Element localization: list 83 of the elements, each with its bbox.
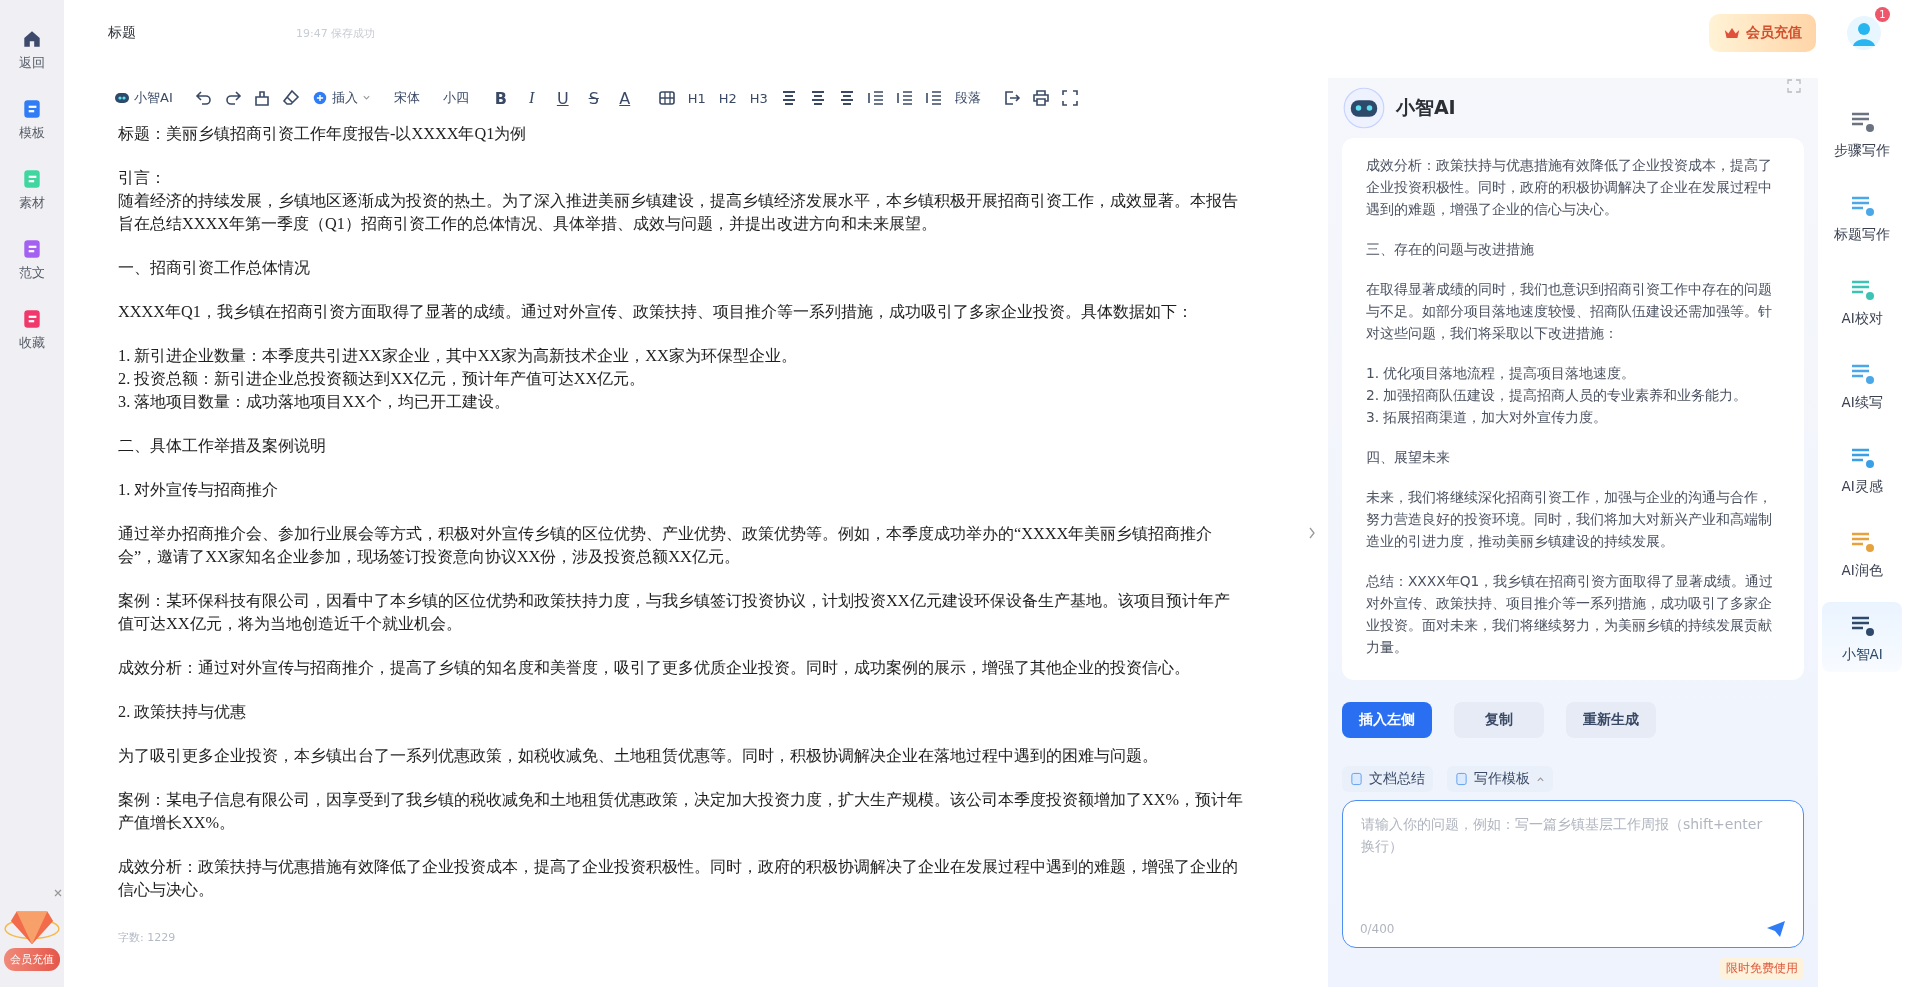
notification-badge: 1 <box>1875 7 1890 22</box>
heading-button[interactable]: H3 <box>747 88 770 108</box>
list-icon[interactable] <box>865 88 886 108</box>
ai-assistant-button[interactable]: 小智AI <box>112 87 175 109</box>
list-icon[interactable] <box>923 88 944 108</box>
document-paragraph: 案例：某电子信息有限公司，因享受到了我乡镇的税收减免和土地租赁优惠政策，决定加大投资力度，扩大生产规模。该公司本季度投资额增加了XX%，预计年产值增长XX%。 <box>118 789 1244 834</box>
ai-response-paragraph: 未来，我们将继续深化招商引资工作，加强与企业的沟通与合作，努力营造良好的投资环境。同时，我们将加大对新兴产业和高端制造业的引进力度，推动美丽乡镇建设的持续发展。 <box>1365 488 1773 551</box>
ai-response-paragraph: 总结：XXXX年Q1，我乡镇在招商引资方面取得了显著成绩。通过对外宣传、政策扶持、项目推介等一系列措施，成功吸引了多家企业投资。面对未来，我们将继续努力，为美丽乡镇的持续发展贡献力量。 <box>1365 572 1775 657</box>
ai-response-paragraph: 3. 拓展招商渠道，加大对外宣传力度。 <box>1365 408 1609 427</box>
shortcut-chip[interactable]: 文档总结 <box>1341 766 1433 792</box>
format-button[interactable]: I <box>520 87 543 109</box>
sidebar-item[interactable]: 范文 <box>19 238 45 282</box>
document-paragraph: 一、招商引资工作总体情况 <box>118 257 311 279</box>
free-use-tag: 限时免费使用 <box>1720 958 1805 979</box>
document-paragraph: 引言： <box>118 167 167 189</box>
robot-avatar-icon <box>1341 86 1386 130</box>
ai-response-paragraph: 四、展望未来 <box>1365 448 1451 467</box>
document-paragraph: 成效分析：通过对外宣传与招商推介，提高了乡镇的知名度和美誉度，吸引了更多优质企业投资。同时，成功案例的展示，增强了其他企业的投资信心。 <box>118 657 1191 679</box>
document-paragraph: XXXX年Q1，我乡镇在招商引资方面取得了显著的成绩。通过对外宣传、政策扶持、项目推介等一系列措施，成功吸引了多家企业投资。具体数据如下： <box>118 301 1194 323</box>
fullscreen-icon[interactable] <box>1059 88 1080 108</box>
sidebar-item[interactable]: 素材 <box>19 168 45 212</box>
document-paragraph: 案例：某环保科技有限公司，因看中了本乡镇的区位优势和政策扶持力度，与我乡镇签订投资协议，计划投资XX亿元建设环保设备生产基地。该项目预计年产值可达XX亿元，将为当地创造近千个就业机会。 <box>118 590 1231 635</box>
ai-panel-title: 小智AI <box>1395 95 1456 120</box>
document-icon <box>1454 772 1468 786</box>
tool-rail-item[interactable]: AI校对 <box>1822 266 1903 336</box>
document-paragraph: 1. 新引进企业数量：本季度共引进XX家企业，其中XX家为高新技术企业，XX家为环保型企业。 <box>118 345 798 367</box>
action-button[interactable]: 复制 <box>1453 702 1544 738</box>
action-button[interactable]: 重新生成 <box>1565 702 1656 738</box>
ai-response-paragraph: 三、存在的问题与改进措施 <box>1365 240 1535 259</box>
document-paragraph: 2. 投资总额：新引进企业总投资额达到XX亿元，预计年产值可达XX亿元。 <box>118 368 647 390</box>
document-paragraph: 通过举办招商推介会、参加行业展会等方式，积极对外宣传乡镇的区位优势、产业优势、政策优势等。例如，本季度成功举办的“XXXX年美丽乡镇招商推介会”，邀请了XX家知名企业参加，现场签订投资意向协议XX份，涉及投资总额XX亿元。 <box>118 523 1214 568</box>
tool-rail-item[interactable]: 标题写作 <box>1822 182 1903 252</box>
ai-response-paragraph: 在取得显著成绩的同时，我们也意识到招商引资工作中存在的问题与不足。如部分项目落地速度较慢、招商队伍建设还需加强等。针对这些问题，我们将采取以下改进措施： <box>1365 280 1773 343</box>
document-icon <box>21 308 43 330</box>
tool-rail-item[interactable]: 步骤写作 <box>1822 98 1903 168</box>
send-icon[interactable] <box>1766 920 1787 938</box>
document-icon <box>1349 772 1363 786</box>
document-icon <box>21 168 43 190</box>
shortcut-chip[interactable]: 写作模板 <box>1446 766 1553 792</box>
ai-response-paragraph: 1. 优化项目落地流程，提高项目落地速度。 <box>1365 364 1637 383</box>
print-icon[interactable] <box>1030 88 1051 108</box>
document-paragraph: 为了吸引更多企业投资，本乡镇出台了一系列优惠政策，如税收减免、土地租赁优惠等。同时，积极协调解决企业在落地过程中遇到的困难与问题。 <box>118 745 1159 767</box>
heading-button[interactable]: H2 <box>716 88 739 108</box>
document-paragraph: 标题：美丽乡镇招商引资工作年度报告-以XXXX年Q1为例 <box>118 123 528 145</box>
heading-button[interactable]: H1 <box>685 88 708 108</box>
format-button[interactable]: A <box>613 86 636 110</box>
plus-icon <box>311 91 328 105</box>
list-icon[interactable] <box>894 88 915 108</box>
document-title: 标题 <box>108 24 136 42</box>
tool-rail-item[interactable]: AI润色 <box>1822 518 1903 588</box>
document-paragraph: 2. 政策扶持与优惠 <box>118 701 248 723</box>
caret-icon <box>1535 776 1545 782</box>
action-button[interactable]: 插入左侧 <box>1341 702 1432 738</box>
format-button[interactable]: B <box>489 86 512 110</box>
undo-icon[interactable] <box>193 88 214 108</box>
sidebar-item[interactable]: 收藏 <box>19 308 45 352</box>
font-size-dropdown[interactable]: 小四 <box>440 87 471 109</box>
character-counter: 0/400 <box>1359 922 1395 936</box>
robot-icon <box>114 91 130 105</box>
tool-rail-item[interactable]: AI续写 <box>1822 350 1903 420</box>
document-paragraph: 随着经济的持续发展，乡镇地区逐渐成为投资的热土。为了深入推进美丽乡镇建设，提高乡镇经济发展水平，本乡镇积极开展招商引资工作，成效显著。本报告旨在总结XXXX年第一季度（Q1）招商引资工作的总体情况、具体举措、成效与问题，并提出改进方向和未来展望。 <box>118 190 1239 235</box>
document-paragraph: 二、具体工作举措及案例说明 <box>118 435 327 457</box>
sidebar-item[interactable]: 返回 <box>19 28 45 72</box>
tool-rail-item[interactable]: 小智AI <box>1822 602 1903 672</box>
eraser-icon[interactable] <box>280 88 301 108</box>
ai-response-paragraph: 成效分析：政策扶持与优惠措施有效降低了企业投资成本，提高了企业投资积极性。同时，政府的积极协调解决了企业在发展过程中遇到的难题，增强了企业的信心与决心。 <box>1365 156 1773 219</box>
word-count: 字数: 1229 <box>118 930 177 945</box>
avatar-icon[interactable] <box>1846 15 1882 51</box>
tool-rail-item[interactable]: AI灵感 <box>1822 434 1903 504</box>
ai-response-paragraph: 2. 加强招商队伍建设，提高招商人员的专业素养和业务能力。 <box>1365 386 1749 405</box>
format-button[interactable]: U <box>551 86 574 110</box>
paragraph-dropdown[interactable]: 段落 <box>952 87 983 109</box>
font-family-dropdown[interactable]: 宋体 <box>391 87 422 109</box>
caret-icon <box>361 95 371 101</box>
format-button[interactable]: S <box>582 86 605 110</box>
document-paragraph: 3. 落地项目数量：成功落地项目XX个，均已开工建设。 <box>118 391 511 413</box>
document-paragraph: 1. 对外宣传与招商推介 <box>118 479 280 501</box>
sidebar-item[interactable]: 模板 <box>19 98 45 142</box>
document-icon <box>21 238 43 260</box>
document-paragraph: 成效分析：政策扶持与优惠措施有效降低了企业投资成本，提高了企业投资积极性。同时，政府的积极协调解决了企业在发展过程中遇到的难题，增强了企业的信心与决心。 <box>118 856 1239 901</box>
document-icon <box>21 98 43 120</box>
table-icon[interactable] <box>656 88 677 108</box>
insert-dropdown[interactable]: 插入 <box>309 87 373 109</box>
